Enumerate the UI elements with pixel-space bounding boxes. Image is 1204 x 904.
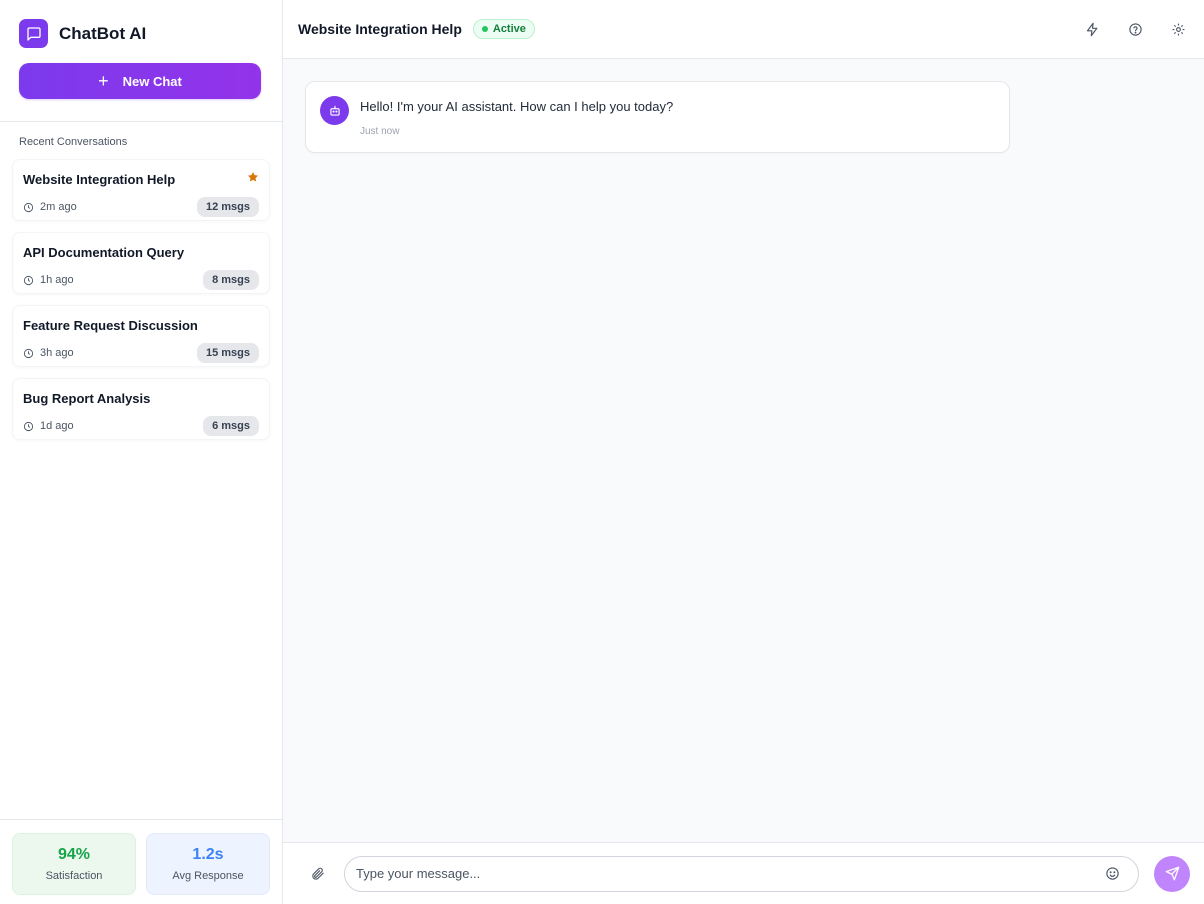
- sidebar: ChatBot AI + New Chat Recent Conversatio…: [0, 0, 283, 904]
- message-count-badge: 12 msgs: [196, 197, 259, 217]
- conversation-meta: 2m ago 12 msgs: [23, 197, 259, 217]
- conversation-item[interactable]: Bug Report Analysis 1d ago 6 msgs: [12, 378, 270, 440]
- app-root: ChatBot AI + New Chat Recent Conversatio…: [0, 0, 1204, 904]
- header-left: Website Integration Help Active: [298, 19, 535, 39]
- send-button[interactable]: [1154, 855, 1190, 892]
- new-chat-label: New Chat: [122, 73, 182, 89]
- satisfaction-stat: 94% Satisfaction: [12, 833, 136, 895]
- message-composer: [283, 842, 1204, 904]
- conversation-title: Website Integration Help: [23, 172, 176, 187]
- stats-panel: 94% Satisfaction 1.2s Avg Response: [0, 819, 282, 904]
- paperclip-icon[interactable]: [305, 862, 329, 886]
- conversation-meta: 1h ago 8 msgs: [23, 270, 259, 290]
- conversation-title: Bug Report Analysis: [23, 391, 151, 406]
- clock-icon: [23, 275, 34, 285]
- app-name: ChatBot AI: [59, 23, 147, 43]
- bot-avatar-icon: [320, 96, 349, 125]
- emoji-icon[interactable]: [1100, 862, 1124, 886]
- conversation-time: 1h ago: [23, 274, 74, 286]
- stat-label: Satisfaction: [45, 870, 103, 882]
- bot-message: Hello! I'm your AI assistant. How can I …: [305, 81, 1010, 153]
- message-count-badge: 15 msgs: [196, 343, 259, 363]
- recent-heading: Recent Conversations: [19, 136, 128, 148]
- message-count-badge: 8 msgs: [203, 270, 259, 290]
- header-actions: [1080, 17, 1190, 41]
- status-badge: Active: [472, 19, 535, 39]
- clock-icon: [23, 202, 34, 212]
- conversation-meta: 3h ago 15 msgs: [23, 343, 259, 363]
- time-label: 2m ago: [40, 201, 77, 213]
- conversation-meta: 1d ago 6 msgs: [23, 416, 259, 436]
- conversation-time: 1d ago: [23, 420, 74, 432]
- lightning-icon[interactable]: [1080, 17, 1104, 41]
- star-icon[interactable]: [247, 170, 259, 188]
- status-dot: [481, 26, 488, 32]
- chat-bubble-icon: [19, 19, 48, 48]
- message-input-wrapper: [344, 855, 1139, 892]
- page-title: Website Integration Help: [298, 21, 462, 37]
- conversation-item[interactable]: Website Integration Help 2m ago 12 msgs: [12, 159, 270, 221]
- message-text: Hello! I'm your AI assistant. How can I …: [360, 99, 674, 114]
- conversation-title: Feature Request Discussion: [23, 318, 198, 333]
- status-label: Active: [492, 23, 526, 35]
- message-input[interactable]: [356, 866, 1100, 881]
- avg-response-stat: 1.2s Avg Response: [146, 833, 270, 895]
- conversation-time: 3h ago: [23, 347, 74, 359]
- brand: ChatBot AI: [19, 19, 263, 48]
- stat-value: 94%: [57, 846, 91, 863]
- message-list: Hello! I'm your AI assistant. How can I …: [283, 59, 1204, 842]
- new-chat-button[interactable]: + New Chat: [19, 63, 261, 99]
- time-label: 1d ago: [40, 420, 74, 432]
- recent-conversations: Recent Conversations Website Integration…: [0, 122, 282, 819]
- stat-label: Avg Response: [172, 870, 244, 882]
- conversation-item[interactable]: API Documentation Query 1h ago 8 msgs: [12, 232, 270, 294]
- chat-main: Website Integration Help Active Hello! I…: [283, 0, 1204, 904]
- time-label: 1h ago: [40, 274, 74, 286]
- conversation-item[interactable]: Feature Request Discussion 3h ago 15 msg…: [12, 305, 270, 367]
- conversation-time: 2m ago: [23, 201, 77, 213]
- message-count-badge: 6 msgs: [203, 416, 259, 436]
- message-body: Hello! I'm your AI assistant. How can I …: [360, 96, 673, 137]
- settings-icon[interactable]: [1166, 17, 1190, 41]
- stat-value: 1.2s: [192, 846, 224, 863]
- send-icon: [1165, 866, 1179, 881]
- plus-icon: +: [98, 71, 109, 91]
- clock-icon: [23, 421, 34, 431]
- help-icon[interactable]: [1123, 17, 1147, 41]
- time-label: 3h ago: [40, 347, 74, 359]
- clock-icon: [23, 348, 34, 358]
- chat-header: Website Integration Help Active: [283, 0, 1204, 59]
- message-time: Just now: [360, 126, 400, 137]
- sidebar-header: ChatBot AI + New Chat: [0, 0, 282, 122]
- conversation-title: API Documentation Query: [23, 245, 185, 260]
